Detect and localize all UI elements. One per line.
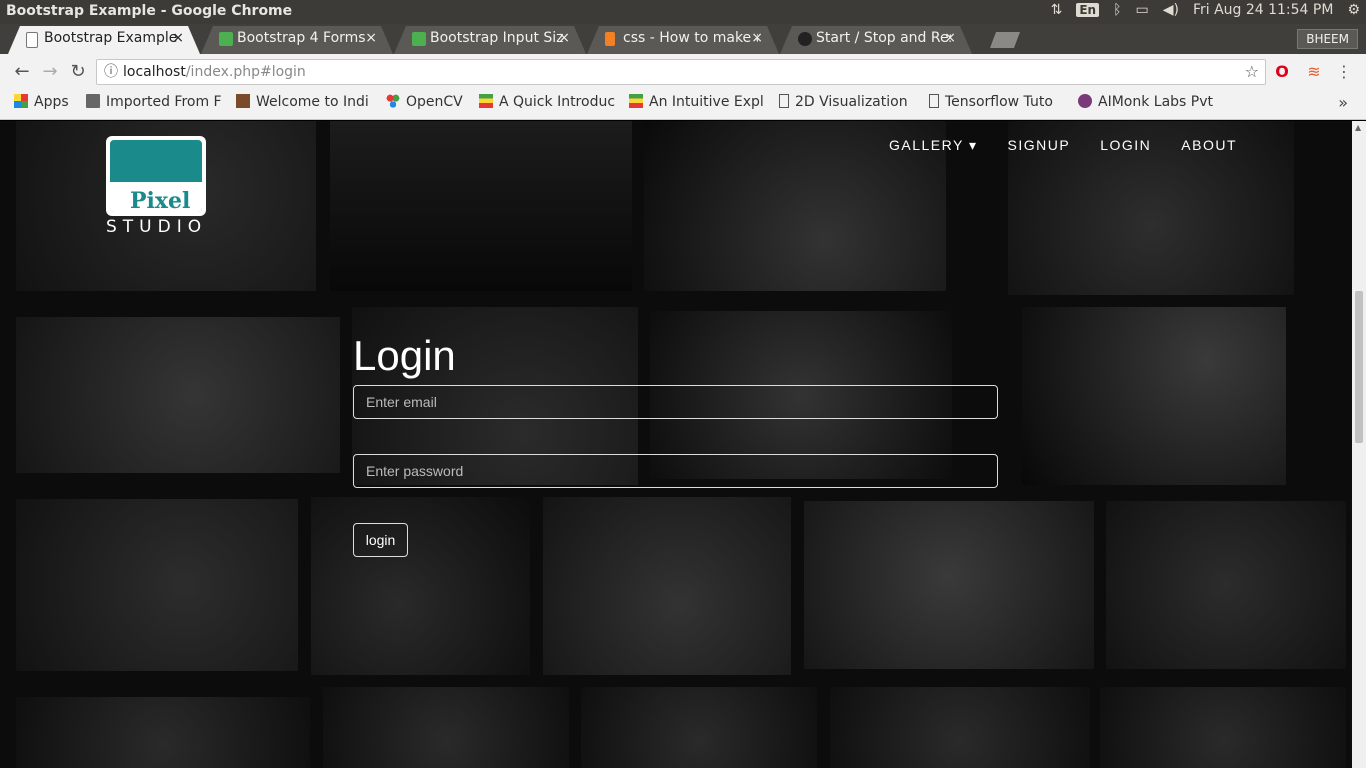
gallery-photo (830, 687, 1090, 768)
w3schools-icon (412, 32, 426, 46)
login-button[interactable]: login (353, 523, 408, 557)
page-icon (26, 32, 38, 48)
tab-css-how-to[interactable]: css - How to make a × (587, 26, 779, 54)
aimonk-icon (1078, 94, 1092, 108)
profile-button[interactable]: BHEEM (1297, 29, 1358, 49)
site-icon (629, 94, 643, 108)
gallery-photo (16, 499, 298, 671)
tab-label: css - How to make a (623, 30, 758, 46)
logo-brand: Pixel (130, 188, 191, 214)
bookmark-apps[interactable]: Apps (14, 94, 84, 110)
volume-icon[interactable]: ◀) (1163, 2, 1179, 18)
bookmark-imported[interactable]: Imported From F (86, 94, 226, 110)
tab-label: Start / Stop and Res (816, 30, 951, 46)
tab-start-stop[interactable]: Start / Stop and Res × (780, 26, 972, 54)
gallery-photo (581, 687, 817, 768)
folder-icon (86, 94, 100, 108)
apps-grid-icon (14, 94, 28, 108)
nav-login[interactable]: LOGIN (1100, 137, 1151, 154)
gallery-photo (543, 497, 791, 675)
tab-label: Bootstrap Input Siz (430, 30, 564, 46)
page-icon (779, 94, 789, 108)
email-field[interactable] (353, 385, 998, 419)
tab-strip: Bootstrap Example × Bootstrap 4 Forms × … (0, 24, 1366, 54)
site-logo[interactable]: Pixel STUDIO (106, 136, 206, 237)
bookmark-2d-visualization[interactable]: 2D Visualization (779, 94, 915, 110)
bookmark-intuitive-expl[interactable]: An Intuitive Expl (629, 94, 765, 110)
github-icon (798, 32, 812, 46)
close-icon[interactable]: × (172, 30, 184, 46)
extension-icon[interactable]: ≋ (1304, 62, 1324, 82)
url-host: localhost (123, 64, 186, 80)
login-form: Login login (353, 331, 998, 557)
bookmark-star-icon[interactable]: ☆ (1245, 60, 1259, 84)
gallery-photo (1100, 687, 1346, 768)
opera-icon[interactable]: O (1272, 62, 1292, 82)
keyboard-language[interactable]: En (1076, 3, 1100, 17)
site-icon (236, 94, 250, 108)
clock[interactable]: Fri Aug 24 11:54 PM (1193, 2, 1334, 18)
forward-arrow-icon[interactable]: → (38, 60, 62, 84)
gallery-photo (1106, 501, 1346, 669)
gallery-photo (16, 697, 310, 768)
close-icon[interactable]: × (365, 30, 377, 46)
bookmark-quick-intro[interactable]: A Quick Introduc (479, 94, 615, 110)
logo-subtitle: STUDIO (106, 217, 208, 237)
nav-signup[interactable]: SIGNUP (1008, 137, 1071, 154)
browser-toolbar: ← → ↻ ⓘ localhost/index.php#login ☆ O ≋ … (0, 54, 1366, 90)
bookmark-opencv[interactable]: OpenCV (386, 94, 470, 110)
bookmarks-bar: Apps Imported From F Welcome to Indi Ope… (0, 90, 1366, 120)
login-title: Login (353, 332, 456, 379)
nav-gallery[interactable]: GALLERY ▾ (889, 137, 978, 154)
page-scrollbar[interactable]: ▲ (1352, 121, 1366, 768)
tab-label: Bootstrap 4 Forms (237, 30, 366, 46)
more-bookmarks-icon[interactable]: » (1338, 93, 1348, 112)
new-tab-button[interactable] (990, 32, 1020, 48)
bluetooth-icon[interactable]: ᛒ (1113, 2, 1121, 18)
reload-icon[interactable]: ↻ (66, 60, 90, 84)
system-tray: ⇅ En ᛒ ▭ ◀) Fri Aug 24 11:54 PM ⚙ (1051, 2, 1360, 18)
stackoverflow-icon (605, 32, 615, 46)
scroll-up-arrow-icon[interactable]: ▲ (1355, 123, 1361, 132)
top-nav: GALLERY ▾ SIGNUP LOGIN ABOUT (889, 137, 1237, 154)
opencv-icon (386, 94, 400, 108)
tab-label: Bootstrap Example (44, 30, 178, 46)
url-text[interactable]: localhost/index.php#login (123, 60, 306, 84)
w3schools-icon (219, 32, 233, 46)
page-viewport: Pixel STUDIO GALLERY ▾ SIGNUP LOGIN ABOU… (0, 121, 1352, 768)
password-field[interactable] (353, 454, 998, 488)
gallery-photo (311, 497, 530, 675)
info-icon[interactable]: ⓘ (104, 60, 118, 84)
network-icon[interactable]: ⇅ (1051, 2, 1063, 18)
gallery-photo (1022, 307, 1286, 485)
close-icon[interactable]: × (558, 30, 570, 46)
site-icon (479, 94, 493, 108)
tab-bootstrap-input-size[interactable]: Bootstrap Input Siz × (394, 26, 586, 54)
logo-badge: Pixel (106, 136, 206, 216)
menu-icon[interactable]: ⋮ (1334, 62, 1354, 82)
close-icon[interactable]: × (944, 30, 956, 46)
gallery-photo (323, 687, 569, 768)
tab-bootstrap-example[interactable]: Bootstrap Example × (8, 26, 200, 54)
bookmark-aimonk[interactable]: AIMonk Labs Pvt (1078, 94, 1216, 110)
page-icon (929, 94, 939, 108)
scrollbar-thumb[interactable] (1355, 291, 1363, 443)
bookmark-welcome-india[interactable]: Welcome to Indi (236, 94, 372, 110)
battery-icon[interactable]: ▭ (1135, 2, 1148, 18)
os-top-bar: Bootstrap Example - Google Chrome ⇅ En ᛒ… (0, 0, 1366, 24)
gallery-photo (804, 501, 1094, 669)
back-arrow-icon[interactable]: ← (10, 60, 34, 84)
address-bar[interactable]: ⓘ localhost/index.php#login ☆ (96, 59, 1266, 85)
tab-bootstrap-4-forms[interactable]: Bootstrap 4 Forms × (201, 26, 393, 54)
gallery-photo (330, 121, 632, 291)
gallery-photo (16, 317, 340, 473)
bookmark-tensorflow[interactable]: Tensorflow Tuto (929, 94, 1065, 110)
nav-about[interactable]: ABOUT (1181, 137, 1237, 154)
close-icon[interactable]: × (751, 30, 763, 46)
window-title: Bootstrap Example - Google Chrome (6, 3, 293, 19)
settings-gear-icon[interactable]: ⚙ (1347, 2, 1360, 18)
url-path: /index.php#login (185, 64, 306, 80)
